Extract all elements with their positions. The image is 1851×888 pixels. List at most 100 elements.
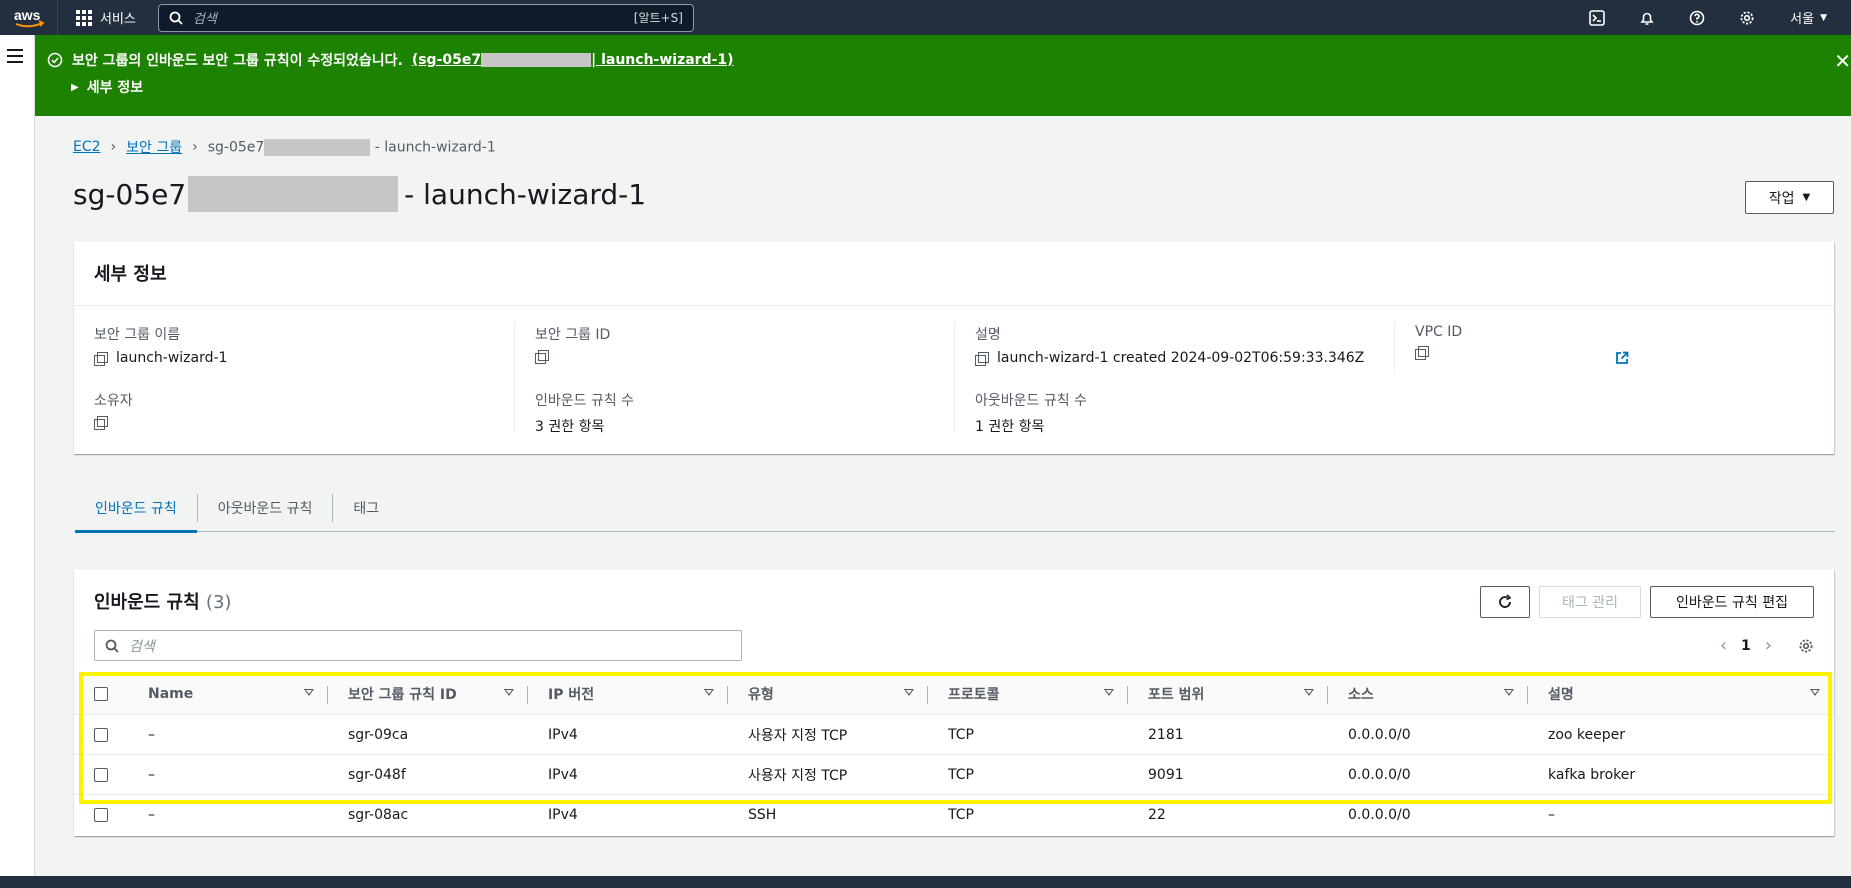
- cell-description: zoo keeper: [1548, 726, 1626, 743]
- menu-icon[interactable]: [7, 49, 23, 67]
- breadcrumb-ec2[interactable]: EC2: [73, 139, 101, 155]
- tab-outbound-rules[interactable]: 아웃바운드 규칙: [198, 484, 333, 532]
- outbound-count-value: 1 권한 항목: [975, 419, 1045, 435]
- vpc-id-field: VPC ID: [1415, 324, 1463, 360]
- refresh-button[interactable]: [1480, 586, 1530, 618]
- copy-icon[interactable]: [535, 350, 549, 364]
- success-check-icon: [47, 52, 63, 68]
- aws-logo-text: aws: [14, 7, 41, 23]
- actions-dropdown-button[interactable]: 작업 ▼: [1745, 181, 1834, 214]
- help-icon: [1689, 10, 1705, 25]
- aws-logo[interactable]: aws: [0, 0, 58, 35]
- services-label: 서비스: [100, 12, 136, 27]
- sort-icon: [504, 689, 514, 696]
- column-header-type[interactable]: 유형: [728, 674, 928, 714]
- flash-message: 보안 그룹의 인바운드 보안 그룹 규칙이 수정되었습니다.: [72, 53, 403, 69]
- services-menu-button[interactable]: 서비스: [58, 0, 150, 35]
- page-title-suffix: - launch-wizard-1: [404, 177, 647, 211]
- cell-type: 사용자 지정 TCP: [748, 727, 848, 744]
- table-row[interactable]: – sgr-048f IPv4 사용자 지정 TCP TCP 9091 0.0.…: [74, 755, 1834, 795]
- inbound-rules-title-text: 인바운드 규칙: [94, 592, 200, 613]
- tab-inbound-rules[interactable]: 인바운드 규칙: [75, 484, 197, 533]
- rules-search-input[interactable]: 검색: [94, 630, 742, 661]
- notifications-button[interactable]: [1622, 0, 1672, 35]
- copy-icon[interactable]: [94, 416, 108, 430]
- copy-icon[interactable]: [1415, 346, 1429, 360]
- sort-icon: [1304, 689, 1314, 696]
- column-header-source[interactable]: 소스: [1328, 674, 1528, 714]
- inbound-rules-count: (3): [205, 592, 232, 613]
- sort-icon: [1810, 689, 1820, 696]
- sg-name-value: launch-wizard-1: [116, 350, 228, 366]
- column-header-label: IP 버전: [548, 687, 595, 703]
- table-row[interactable]: – sgr-08ac IPv4 SSH TCP 22 0.0.0.0/0 –: [74, 795, 1834, 835]
- redacted-block: [481, 53, 592, 67]
- table-settings-icon[interactable]: [1798, 638, 1814, 654]
- copy-icon[interactable]: [975, 352, 989, 366]
- vpc-id-label: VPC ID: [1415, 324, 1463, 340]
- edit-inbound-rules-button[interactable]: 인바운드 규칙 편집: [1650, 586, 1814, 618]
- cell-ip-version: IPv4: [548, 766, 578, 783]
- settings-button[interactable]: [1722, 0, 1772, 35]
- cloudshell-button[interactable]: [1572, 0, 1622, 35]
- footer-bar: [0, 876, 1851, 888]
- global-search-input[interactable]: 검색 [알트+S]: [157, 3, 694, 32]
- column-header-protocol[interactable]: 프로토콜: [928, 674, 1128, 714]
- help-button[interactable]: [1672, 0, 1722, 35]
- flash-security-group-link[interactable]: (sg-05e7 | launch-wizard-1): [412, 52, 734, 68]
- cell-ip-version: IPv4: [548, 726, 578, 743]
- row-checkbox[interactable]: [94, 727, 108, 742]
- external-link-icon[interactable]: [1615, 351, 1629, 369]
- region-label: 서울: [1790, 12, 1815, 27]
- refresh-icon: [1499, 594, 1512, 608]
- manage-tags-button[interactable]: 태그 관리: [1539, 586, 1641, 618]
- region-selector[interactable]: 서울 ▼: [1772, 8, 1851, 27]
- column-header-ip-version[interactable]: IP 버전: [528, 674, 728, 714]
- inbound-count-label: 인바운드 규칙 수: [535, 393, 635, 409]
- chevron-left-icon[interactable]: ‹: [1720, 635, 1727, 656]
- chevron-right-icon: ›: [192, 139, 198, 155]
- column-header-label: 보안 그룹 규칙 ID: [348, 687, 457, 703]
- cell-rule-id: sgr-08ac: [348, 807, 409, 823]
- close-icon[interactable]: ✕: [1834, 49, 1851, 73]
- redacted-block: [188, 176, 399, 212]
- cell-port-range: 22: [1148, 807, 1166, 823]
- global-search-placeholder: 검색: [192, 12, 217, 27]
- inbound-rules-title: 인바운드 규칙 (3): [94, 588, 231, 614]
- tab-tags[interactable]: 태그: [333, 484, 399, 532]
- cell-protocol: TCP: [948, 726, 974, 743]
- description-value: launch-wizard-1 created 2024-09-02T06:59…: [997, 350, 1365, 366]
- settings-icon: [1740, 11, 1754, 24]
- cell-name: –: [148, 766, 155, 783]
- description-label: 설명: [975, 327, 1001, 343]
- sort-icon: [1504, 689, 1514, 696]
- cell-protocol: TCP: [948, 766, 974, 783]
- rules-search-placeholder: 검색: [129, 638, 155, 655]
- breadcrumb: EC2 › 보안 그룹 › sg-05e7 - launch-wizard-1: [73, 137, 496, 157]
- pagination: ‹ 1 ›: [1720, 630, 1814, 661]
- table-row[interactable]: – sgr-09ca IPv4 사용자 지정 TCP TCP 2181 0.0.…: [74, 715, 1834, 755]
- cell-description: –: [1548, 807, 1555, 823]
- flash-details-toggle[interactable]: ▶ 세부 정보: [71, 77, 143, 97]
- select-all-cell: [74, 674, 128, 714]
- cell-port-range: 9091: [1148, 766, 1184, 783]
- chevron-right-icon[interactable]: ›: [1765, 635, 1772, 656]
- success-flash-banner: 보안 그룹의 인바운드 보안 그룹 규칙이 수정되었습니다. (sg-05e7 |…: [35, 35, 1851, 116]
- breadcrumb-security-groups[interactable]: 보안 그룹: [126, 137, 182, 157]
- column-header-rule-id[interactable]: 보안 그룹 규칙 ID: [328, 674, 528, 714]
- page-title-prefix: sg-05e7: [73, 177, 187, 211]
- row-checkbox[interactable]: [94, 767, 108, 782]
- copy-icon[interactable]: [94, 352, 108, 366]
- sort-icon: [1104, 689, 1114, 696]
- column-header-label: 유형: [748, 687, 774, 703]
- column-header-name[interactable]: Name: [128, 674, 328, 714]
- owner-field: 소유자: [94, 390, 133, 430]
- page-number[interactable]: 1: [1741, 638, 1751, 654]
- select-all-checkbox[interactable]: [94, 687, 108, 701]
- tab-bar: 인바운드 규칙 아웃바운드 규칙 태그: [75, 484, 1835, 533]
- column-header-description[interactable]: 설명: [1528, 674, 1834, 714]
- outbound-count-label: 아웃바운드 규칙 수: [975, 393, 1087, 409]
- column-header-port-range[interactable]: 포트 범위: [1128, 674, 1328, 714]
- search-shortcut: [알트+S]: [633, 11, 683, 25]
- row-checkbox[interactable]: [94, 808, 108, 822]
